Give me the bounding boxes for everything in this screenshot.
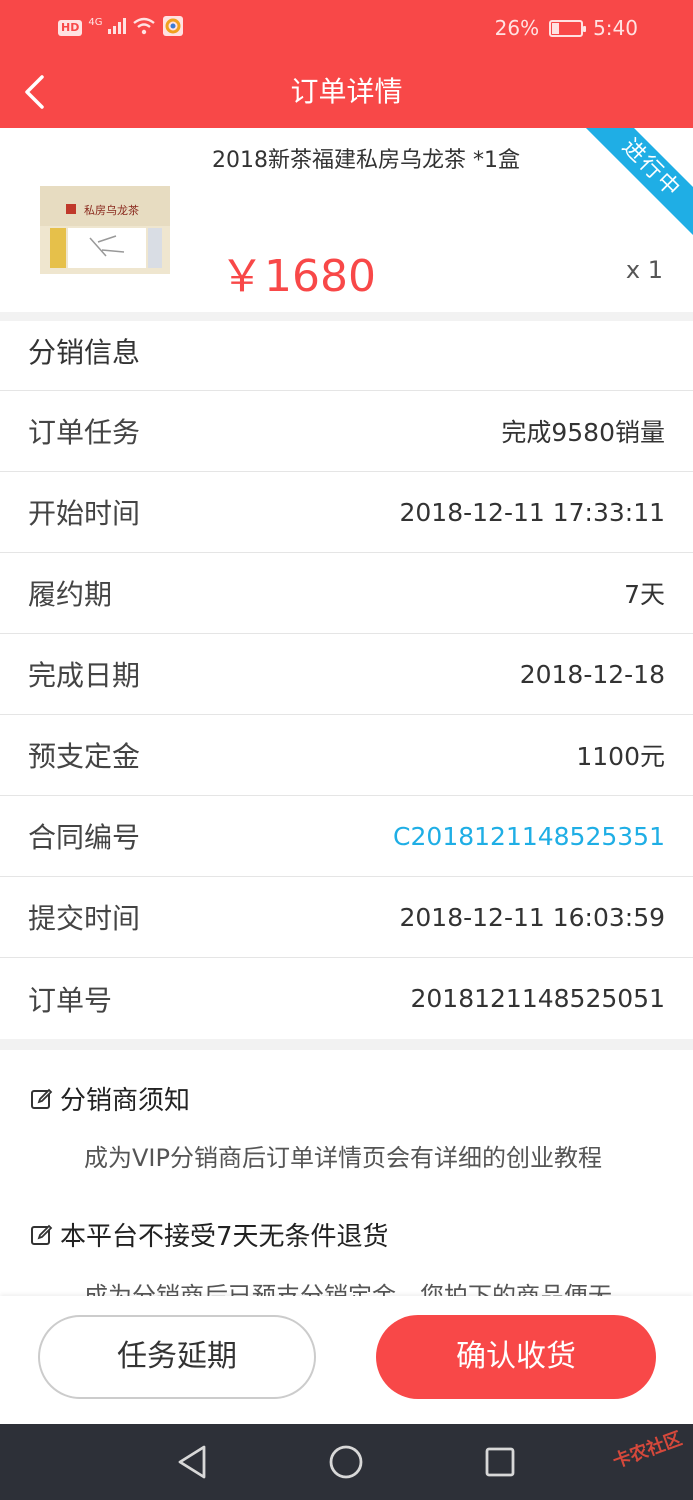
info-row-start-time: 开始时间 2018-12-11 17:33:11 <box>0 472 693 553</box>
edit-icon <box>31 1224 53 1245</box>
product-quantity: x 1 <box>625 256 663 284</box>
nav-recents-button[interactable] <box>480 1442 520 1482</box>
info-row-order-number: 订单号 2018121148525051 <box>0 958 693 1039</box>
info-row-order-task: 订单任务 完成9580销量 <box>0 391 693 472</box>
info-row-completion-date: 完成日期 2018-12-18 <box>0 634 693 715</box>
status-bar: HD 4G 26% 5:40 <box>0 0 693 56</box>
product-title: 2018新茶福建私房乌龙茶 *1盒 <box>212 148 520 173</box>
row-value: 7天 <box>624 580 665 609</box>
signal-icon <box>108 18 127 38</box>
nav-bar: 订单详情 <box>0 56 693 128</box>
row-label: 预支定金 <box>28 740 141 773</box>
svg-text:私房乌龙茶: 私房乌龙茶 <box>84 203 139 217</box>
notice-title-1: 分销商须知 <box>30 1080 190 1117</box>
info-row-contract-number[interactable]: 合同编号 C2018121148525351 <box>0 796 693 877</box>
wifi-icon <box>132 17 156 39</box>
delay-task-button[interactable]: 任务延期 <box>38 1315 316 1399</box>
hd-icon: HD <box>58 20 83 36</box>
notice-section: 分销商须知 成为VIP分销商后订单详情页会有详细的创业教程 本平台不接受7天无条… <box>0 1050 693 1296</box>
square-recents-icon <box>485 1447 515 1477</box>
row-value: 1100元 <box>576 742 665 771</box>
battery-percent: 26% <box>494 16 540 40</box>
notice-title-2: 本平台不接受7天无条件退货 <box>30 1216 389 1253</box>
row-value: 2018121148525051 <box>410 984 666 1013</box>
page-title: 订单详情 <box>290 75 403 108</box>
info-row-submit-time: 提交时间 2018-12-11 16:03:59 <box>0 877 693 958</box>
status-ribbon: 进行中 <box>568 128 693 252</box>
status-left-icons: HD 4G <box>58 16 184 40</box>
confirm-receipt-button[interactable]: 确认收货 <box>376 1315 656 1399</box>
info-row-deposit: 预支定金 1100元 <box>0 715 693 796</box>
nav-home-button[interactable] <box>326 1442 366 1482</box>
row-label: 开始时间 <box>28 497 141 530</box>
row-value: 2018-12-11 17:33:11 <box>399 497 665 527</box>
row-label: 完成日期 <box>28 659 141 692</box>
circle-home-icon <box>329 1445 363 1479</box>
edit-icon <box>31 1088 53 1109</box>
info-row-fulfillment-period: 履约期 7天 <box>0 553 693 634</box>
system-nav-bar: 卡农社区 <box>0 1424 693 1500</box>
app-notification-icon <box>162 15 184 41</box>
section-header: 分销信息 <box>0 321 693 391</box>
triangle-back-icon <box>178 1445 206 1479</box>
distribution-info-section: 分销信息 订单任务 完成9580销量 开始时间 2018-12-11 17:33… <box>0 321 693 1039</box>
product-price: ￥1680 <box>220 251 376 302</box>
row-label: 履约期 <box>28 578 113 611</box>
product-image: 私房乌龙茶 <box>40 186 170 274</box>
row-label: 合同编号 <box>28 821 141 854</box>
row-value: 完成9580销量 <box>501 418 665 447</box>
contract-number-link[interactable]: C2018121148525351 <box>393 822 665 851</box>
row-value: 2018-12-18 <box>519 659 665 689</box>
row-value: 2018-12-11 16:03:59 <box>399 902 665 932</box>
network-type-label: 4G <box>88 16 103 28</box>
watermark-logo: 卡农社区 <box>610 1428 685 1473</box>
row-label: 订单号 <box>28 983 113 1017</box>
nav-back-button[interactable] <box>172 1442 212 1482</box>
action-bar: 任务延期 确认收货 <box>0 1296 693 1424</box>
product-card[interactable]: 2018新茶福建私房乌龙茶 *1盒 私房乌龙茶 ￥1680 x 1 进行中 <box>0 128 693 312</box>
battery-fill <box>552 22 560 34</box>
notice-body-2: 成为分销商后已预支分销定金，您拍下的商品便无 <box>84 1282 612 1296</box>
row-label: 提交时间 <box>28 902 141 935</box>
clock: 5:40 <box>593 16 638 40</box>
status-right-icons: 26% 5:40 <box>495 14 638 42</box>
row-label: 订单任务 <box>28 416 141 449</box>
battery-icon <box>549 19 587 37</box>
notice-body-1: 成为VIP分销商后订单详情页会有详细的创业教程 <box>84 1144 602 1172</box>
